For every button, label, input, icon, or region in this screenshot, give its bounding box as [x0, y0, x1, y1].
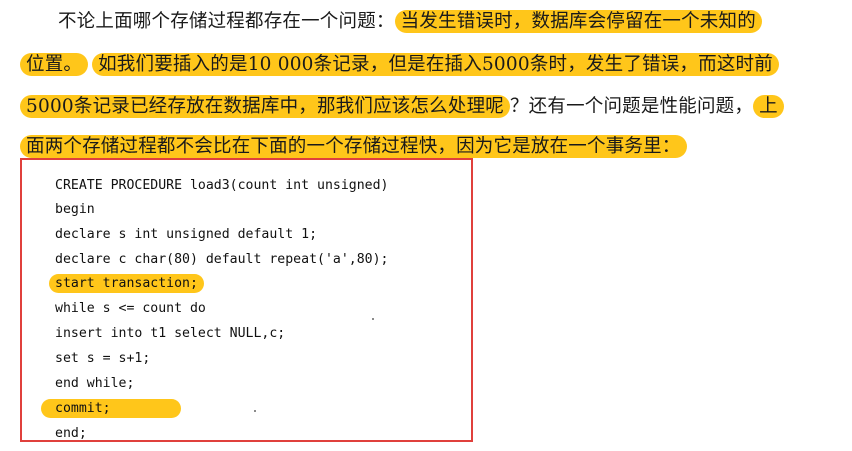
scan-speck: [372, 318, 374, 320]
code-line-highlighted: commit;: [41, 399, 181, 419]
paragraph-line-3: 5000条记录已经存放在数据库中，那我们应该怎么处理呢 ？还有一个问题是性能问题，…: [20, 94, 784, 120]
code-line: CREATE PROCEDURE load3(count int unsigne…: [55, 178, 389, 193]
highlighted-text: 当发生错误时，数据库会停留在一个未知的: [394, 10, 762, 33]
highlighted-text: 5000条记录已经存放在数据库中，那我们应该怎么处理呢: [20, 95, 510, 118]
code-line: declare s int unsigned default 1;: [55, 227, 318, 242]
highlighted-text: 面两个存储过程都不会比在下面的一个存储过程快，因为它是放在一个事务里：: [20, 135, 687, 158]
highlighted-code: start transaction;: [49, 274, 204, 293]
paragraph-text: 不论上面哪个存储过程都存在一个问题：: [58, 11, 395, 32]
paragraph-line-4: 面两个存储过程都不会比在下面的一个存储过程快，因为它是放在一个事务里：: [20, 134, 687, 160]
code-line: begin: [55, 202, 95, 217]
highlighted-text: 位置。: [20, 53, 89, 76]
code-line: end;: [55, 426, 87, 441]
code-line: end while;: [55, 376, 135, 391]
code-line: while s <= count do: [55, 301, 206, 316]
scan-speck: [254, 410, 256, 412]
paragraph-text: ？还有一个问题是性能问题，: [509, 96, 754, 117]
code-line-highlighted: start transaction;: [49, 274, 204, 294]
highlighted-text: 如我们要插入的是10 000条记录，但是在插入5000条时，发生了错误，而这时前: [92, 53, 779, 76]
highlighted-code: commit;: [41, 399, 181, 418]
paragraph-line-1: 不论上面哪个存储过程都存在一个问题： 当发生错误时，数据库会停留在一个未知的: [58, 9, 762, 35]
paragraph-line-2: 位置。 如我们要插入的是10 000条记录，但是在插入5000条时，发生了错误，而…: [20, 52, 779, 78]
code-line: declare c char(80) default repeat('a',80…: [55, 252, 389, 267]
code-line: insert into t1 select NULL,c;: [55, 326, 286, 341]
code-line: set s = s+1;: [55, 351, 151, 366]
highlighted-text: 上: [753, 95, 784, 118]
